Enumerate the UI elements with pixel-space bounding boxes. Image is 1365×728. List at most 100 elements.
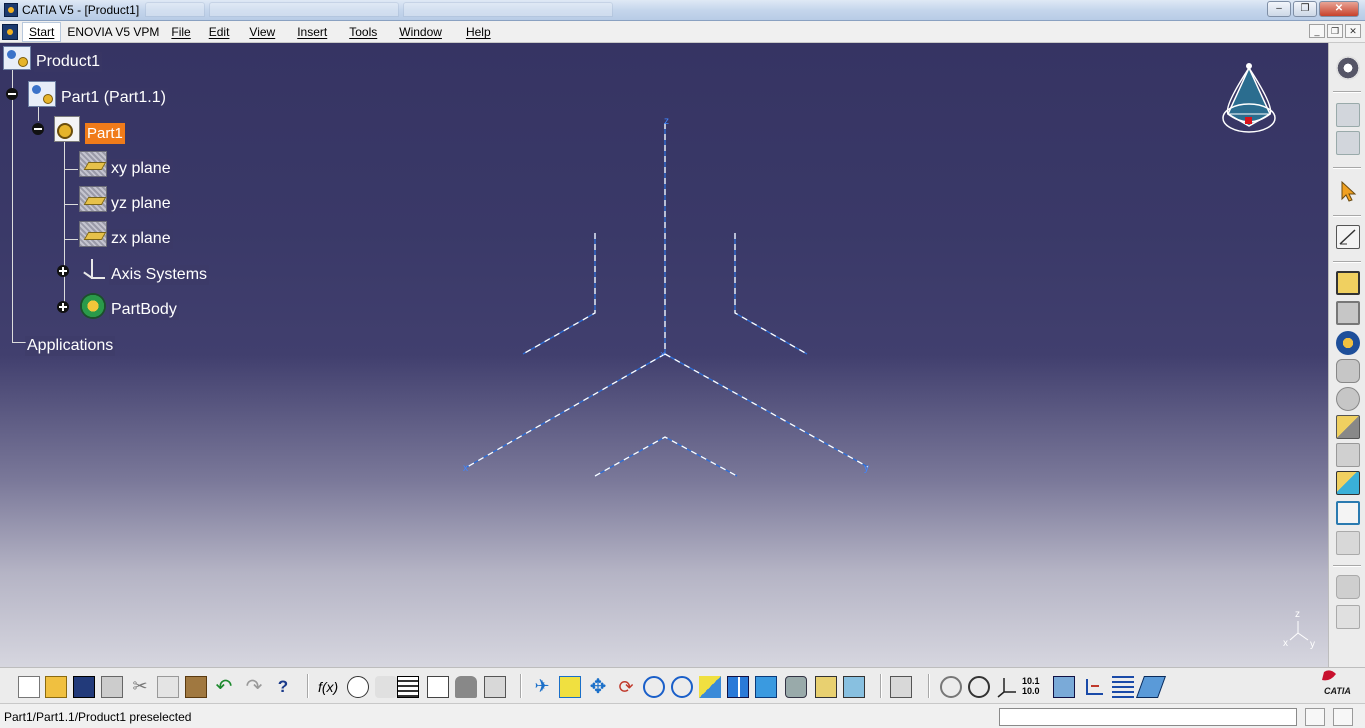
surface-icon[interactable] <box>1336 605 1360 629</box>
export-icon[interactable] <box>890 676 912 698</box>
loft-icon[interactable] <box>1336 501 1360 525</box>
paste-icon[interactable] <box>185 676 207 698</box>
eraser-icon[interactable] <box>1135 676 1167 698</box>
save-icon[interactable] <box>73 676 95 698</box>
sketch-icon[interactable] <box>1336 225 1360 249</box>
list-icon[interactable] <box>1112 676 1134 698</box>
close-button[interactable]: ✕ <box>1319 1 1359 17</box>
menu-file[interactable]: File <box>165 22 196 42</box>
slot-icon[interactable] <box>1336 443 1360 467</box>
catalog-icon[interactable] <box>1336 131 1360 155</box>
multi-view-icon[interactable] <box>727 676 749 698</box>
menu-bar: Start ENOVIA V5 VPM File Edit View Inser… <box>0 21 1365 43</box>
whats-this-icon[interactable]: ? <box>272 676 294 698</box>
apply-material-icon[interactable] <box>1053 676 1075 698</box>
catia-logo: CATIA <box>1316 668 1360 700</box>
groove-icon[interactable] <box>1336 359 1360 383</box>
zoom-in-icon[interactable] <box>643 676 665 698</box>
mini-x-label: x <box>1283 638 1288 649</box>
menu-window[interactable]: Window <box>393 22 448 42</box>
normal-view-icon[interactable] <box>699 676 721 698</box>
open-icon[interactable] <box>45 676 67 698</box>
measure-top-label: 10.1 <box>1022 676 1040 686</box>
origin-marker-icon: × <box>660 349 665 359</box>
y-axis-label: y <box>864 463 869 474</box>
measure-icon[interactable]: 10.1 10.0 <box>1022 676 1046 698</box>
catia-app-window: CATIA V5 - [Product1] – ❐ ✕ Start ENOVIA… <box>0 0 1365 728</box>
table-icon[interactable] <box>397 676 419 698</box>
menu-insert[interactable]: Insert <box>291 22 333 42</box>
menu-edit[interactable]: Edit <box>203 22 236 42</box>
zoom-out-icon[interactable] <box>671 676 693 698</box>
menu-tools[interactable]: Tools <box>343 22 383 42</box>
background-taskbar-tabs <box>145 2 613 19</box>
mini-axis-indicator: z x y <box>1280 609 1320 655</box>
knowledge-icon[interactable] <box>375 676 397 698</box>
axis-system-icon[interactable] <box>996 676 1018 698</box>
select-icon[interactable] <box>1336 179 1360 203</box>
pan-icon[interactable]: ✥ <box>587 676 609 698</box>
catia-app-icon[interactable] <box>4 3 18 17</box>
catia-logo-text: CATIA <box>1324 686 1351 696</box>
command-input[interactable] <box>999 708 1297 726</box>
cut-icon[interactable]: ✂ <box>129 676 151 698</box>
doc-close-button[interactable]: ✕ <box>1345 24 1361 38</box>
doc-minimize-button[interactable]: _ <box>1309 24 1325 38</box>
window-controls: – ❐ ✕ <box>1267 1 1359 17</box>
axis-icon[interactable] <box>1083 676 1105 698</box>
doc-restore-button[interactable]: ❐ <box>1327 24 1343 38</box>
measure-bottom-label: 10.0 <box>1022 686 1040 696</box>
pad-icon[interactable] <box>1336 271 1360 295</box>
x-axis-label: x <box>463 463 468 474</box>
minimize-button[interactable]: – <box>1267 1 1291 17</box>
shaft-icon[interactable] <box>1336 331 1360 355</box>
swap-icon[interactable] <box>843 676 865 698</box>
menu-items: Start ENOVIA V5 VPM File Edit View Inser… <box>22 21 497 43</box>
manipulate-icon[interactable] <box>968 676 990 698</box>
product-icon[interactable] <box>1336 103 1360 127</box>
pocket-icon[interactable] <box>1336 301 1360 325</box>
command-button-2[interactable] <box>1333 708 1353 726</box>
maximize-button[interactable]: ❐ <box>1293 1 1317 17</box>
parameter-icon[interactable] <box>484 676 506 698</box>
command-button-1[interactable] <box>1305 708 1325 726</box>
status-message: Part1/Part1.1/Product1 preselected <box>4 710 192 724</box>
3d-viewport[interactable]: Product1 Part1 (Part1.1) Part1 xy plane … <box>0 43 1328 667</box>
print-icon[interactable] <box>101 676 123 698</box>
z-axis-label: z <box>664 116 669 127</box>
title-bar: CATIA V5 - [Product1] – ❐ ✕ <box>0 0 1365 21</box>
right-toolbar <box>1328 43 1365 667</box>
render-style-icon[interactable] <box>785 676 807 698</box>
hole-icon[interactable] <box>1336 387 1360 411</box>
redo-icon[interactable]: ↷ <box>243 676 265 698</box>
menu-help[interactable]: Help <box>460 22 497 42</box>
formula-icon[interactable]: f(x) <box>318 676 342 698</box>
comment-icon[interactable] <box>347 676 369 698</box>
menu-enovia[interactable]: ENOVIA V5 VPM <box>61 22 165 42</box>
compass-icon[interactable] <box>1218 60 1280 142</box>
copy-icon[interactable] <box>157 676 179 698</box>
undo-icon[interactable]: ↶ <box>213 676 235 698</box>
hide-show-icon[interactable] <box>815 676 837 698</box>
document-icon[interactable] <box>2 24 18 40</box>
solid-icon[interactable] <box>1336 575 1360 599</box>
sketcher-settings-icon[interactable] <box>1336 56 1360 80</box>
iso-view-icon[interactable] <box>755 676 777 698</box>
fit-all-icon[interactable] <box>559 676 581 698</box>
tree-icon[interactable] <box>427 676 449 698</box>
update-icon[interactable] <box>940 676 962 698</box>
window-title: CATIA V5 - [Product1] <box>22 3 140 17</box>
status-bar: Part1/Part1.1/Product1 preselected <box>0 703 1365 728</box>
fly-mode-icon[interactable]: ✈ <box>531 676 553 698</box>
menu-start[interactable]: Start <box>22 22 62 42</box>
new-icon[interactable] <box>18 676 40 698</box>
lock-icon[interactable] <box>455 676 477 698</box>
remove-loft-icon[interactable] <box>1336 531 1360 555</box>
menu-view[interactable]: View <box>243 22 281 42</box>
stiffener-icon[interactable] <box>1336 471 1360 495</box>
bottom-toolbar: ✂ ↶ ↷ ? f(x) ✈ ✥ ⟳ 10.1 10.0 <box>0 667 1365 703</box>
rib-icon[interactable] <box>1336 415 1360 439</box>
rotate-icon[interactable]: ⟳ <box>615 676 637 698</box>
origin-planes-drawing[interactable]: z x y × <box>0 43 1328 667</box>
mini-z-label: z <box>1295 609 1300 620</box>
